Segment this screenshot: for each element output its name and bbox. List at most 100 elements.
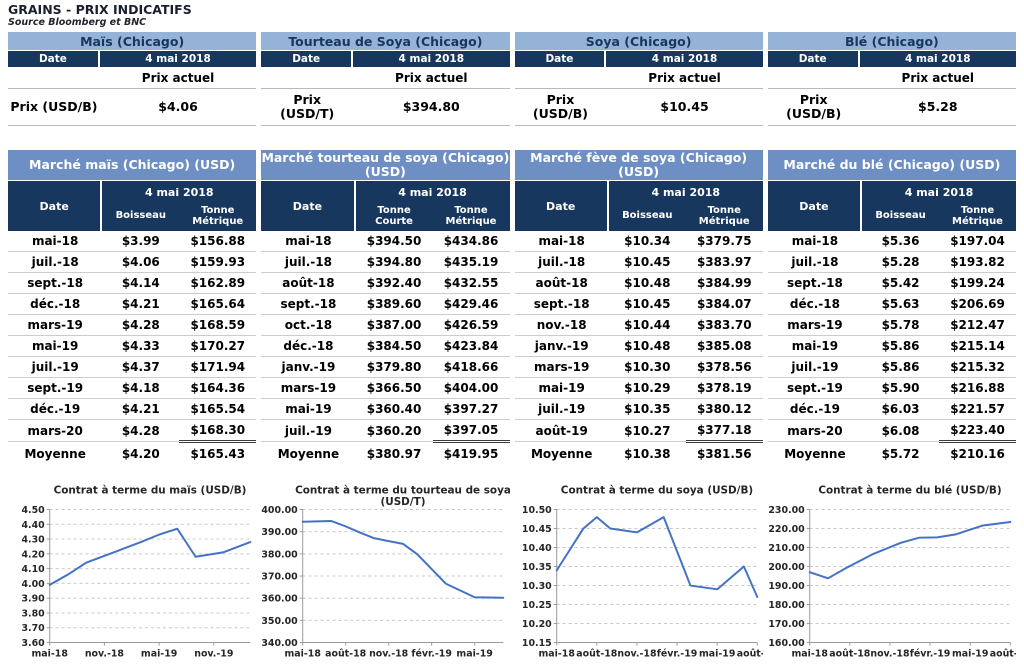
spot-table-title: Soya (Chicago) — [515, 32, 763, 50]
x-axis-label: août-19 — [990, 648, 1016, 659]
cell-date: mai-19 — [261, 399, 355, 420]
cell-value: $5.63 — [862, 294, 939, 315]
table-row: sept.-18$10.45$384.07 — [515, 294, 763, 315]
summary-row: Moyenne $380.97 $419.95 — [261, 442, 509, 466]
summary-label: Moyenne — [515, 442, 609, 466]
x-axis-label: mai-18 — [285, 648, 321, 659]
date-header: Date — [515, 51, 607, 67]
cell-value: $429.46 — [433, 294, 510, 315]
summary-value: $380.97 — [356, 442, 433, 466]
chart-title: Contrat à terme du blé (USD/B) — [818, 485, 1001, 497]
cell-value: $426.59 — [433, 315, 510, 336]
table-row: janv.-19$10.48$385.08 — [515, 336, 763, 357]
cell-value: $383.97 — [686, 252, 763, 273]
y-axis-label: 4.20 — [21, 549, 45, 560]
date-value-header: 4 mai 2018 — [102, 181, 256, 201]
x-axis-label: mai-18 — [538, 648, 574, 659]
y-axis-label: 4.50 — [21, 505, 45, 516]
cell-value: $171.94 — [179, 357, 256, 378]
cell-value: $4.21 — [102, 399, 179, 420]
x-axis-label: août-18 — [325, 648, 366, 659]
date-header: Date — [768, 51, 860, 67]
cell-date: mai-19 — [768, 336, 862, 357]
table-row: sept.-18$389.60$429.46 — [261, 294, 509, 315]
x-axis-label: mai-19 — [698, 648, 734, 659]
chart-futures-ble: Contrat à terme du blé (USD/B)160.00170.… — [768, 483, 1016, 672]
table-row: mai-18$10.34$379.75 — [515, 231, 763, 252]
cell-value: $10.35 — [609, 399, 686, 420]
cell-value: $193.82 — [939, 252, 1016, 273]
y-axis-label: 10.40 — [521, 543, 551, 554]
price-row: Prix(USD/T) $394.80 — [261, 89, 509, 126]
summary-label: Moyenne — [768, 442, 862, 466]
cell-value: $366.50 — [356, 378, 433, 399]
y-axis-label: 220.00 — [768, 524, 805, 535]
y-axis-label: 160.00 — [768, 638, 805, 649]
cell-value: $5.78 — [862, 315, 939, 336]
cell-value: $156.88 — [179, 231, 256, 252]
cell-value: $384.99 — [686, 273, 763, 294]
cell-date: juil.-18 — [261, 252, 355, 273]
cell-value: $165.54 — [179, 399, 256, 420]
data-line — [303, 521, 504, 598]
current-price-row: Prix actuel — [8, 67, 256, 89]
report-page: GRAINS - PRIX INDICATIFS Source Bloomber… — [0, 0, 1024, 672]
cell-value: $5.86 — [862, 357, 939, 378]
unit-column-header: Tonne Courte — [356, 201, 433, 231]
cell-date: juil.-18 — [8, 252, 102, 273]
y-axis-label: 10.35 — [521, 562, 551, 573]
cell-value: $221.57 — [939, 399, 1016, 420]
cell-value: $164.36 — [179, 378, 256, 399]
cell-value: $10.27 — [609, 420, 686, 442]
y-axis-label: 10.50 — [521, 505, 551, 516]
x-axis-label: nov.-18 — [369, 648, 408, 659]
date-value: 4 mai 2018 — [860, 51, 1016, 67]
cell-date: mars-20 — [768, 420, 862, 442]
unit-column-header: Boisseau — [862, 201, 939, 231]
cell-date: sept.-18 — [8, 273, 102, 294]
cell-date: août-19 — [515, 420, 609, 442]
price-row: Prix (USD/B) $4.06 — [8, 89, 256, 126]
table-row: mai-18$5.36$197.04 — [768, 231, 1016, 252]
y-axis-label: 370.00 — [262, 571, 299, 582]
y-axis-label: 3.70 — [21, 623, 45, 634]
spot-table-tourteau: Tourteau de Soya (Chicago) Date 4 mai 20… — [261, 32, 509, 126]
cell-value: $4.37 — [102, 357, 179, 378]
table-row: août-18$392.40$432.55 — [261, 273, 509, 294]
cell-date: sept.-18 — [261, 294, 355, 315]
cell-date: mai-18 — [515, 231, 609, 252]
summary-label: Moyenne — [8, 442, 102, 466]
page-title: GRAINS - PRIX INDICATIFS — [8, 2, 1016, 17]
cell-date: août-18 — [515, 273, 609, 294]
market-table-title: Marché maïs (Chicago) (USD) — [8, 150, 256, 180]
spot-table-ble: Blé (Chicago) Date 4 mai 2018 Prix actue… — [768, 32, 1016, 126]
cell-value: $5.36 — [862, 231, 939, 252]
cell-value: $435.19 — [433, 252, 510, 273]
current-price-row: Prix actuel — [515, 67, 763, 89]
table-row: août-18$10.48$384.99 — [515, 273, 763, 294]
table-row: juil.-18$4.06$159.93 — [8, 252, 256, 273]
date-value-header: 4 mai 2018 — [609, 181, 763, 201]
cell-value: $423.84 — [433, 336, 510, 357]
cell-date: mars-19 — [768, 315, 862, 336]
data-line — [556, 517, 757, 597]
x-axis-label: nov.-18 — [870, 648, 909, 659]
unit-column-header: Tonne Métrique — [686, 201, 763, 231]
date-header: Date — [8, 51, 100, 67]
cell-value: $223.40 — [939, 420, 1016, 442]
cell-value: $4.28 — [102, 315, 179, 336]
data-line — [50, 529, 251, 585]
summary-value: $165.43 — [179, 442, 256, 466]
cell-date: déc.-18 — [768, 294, 862, 315]
table-row: janv.-19$379.80$418.66 — [261, 357, 509, 378]
cell-value: $378.56 — [686, 357, 763, 378]
cell-value: $6.08 — [862, 420, 939, 442]
cell-value: $384.07 — [686, 294, 763, 315]
spot-table-header: Date 4 mai 2018 — [515, 51, 763, 67]
cell-value: $389.60 — [356, 294, 433, 315]
table-row: juil.-19$4.37$171.94 — [8, 357, 256, 378]
table-row: oct.-18$387.00$426.59 — [261, 315, 509, 336]
x-axis-label: mai-19 — [952, 648, 988, 659]
cell-date: nov.-18 — [515, 315, 609, 336]
data-line — [809, 522, 1010, 578]
